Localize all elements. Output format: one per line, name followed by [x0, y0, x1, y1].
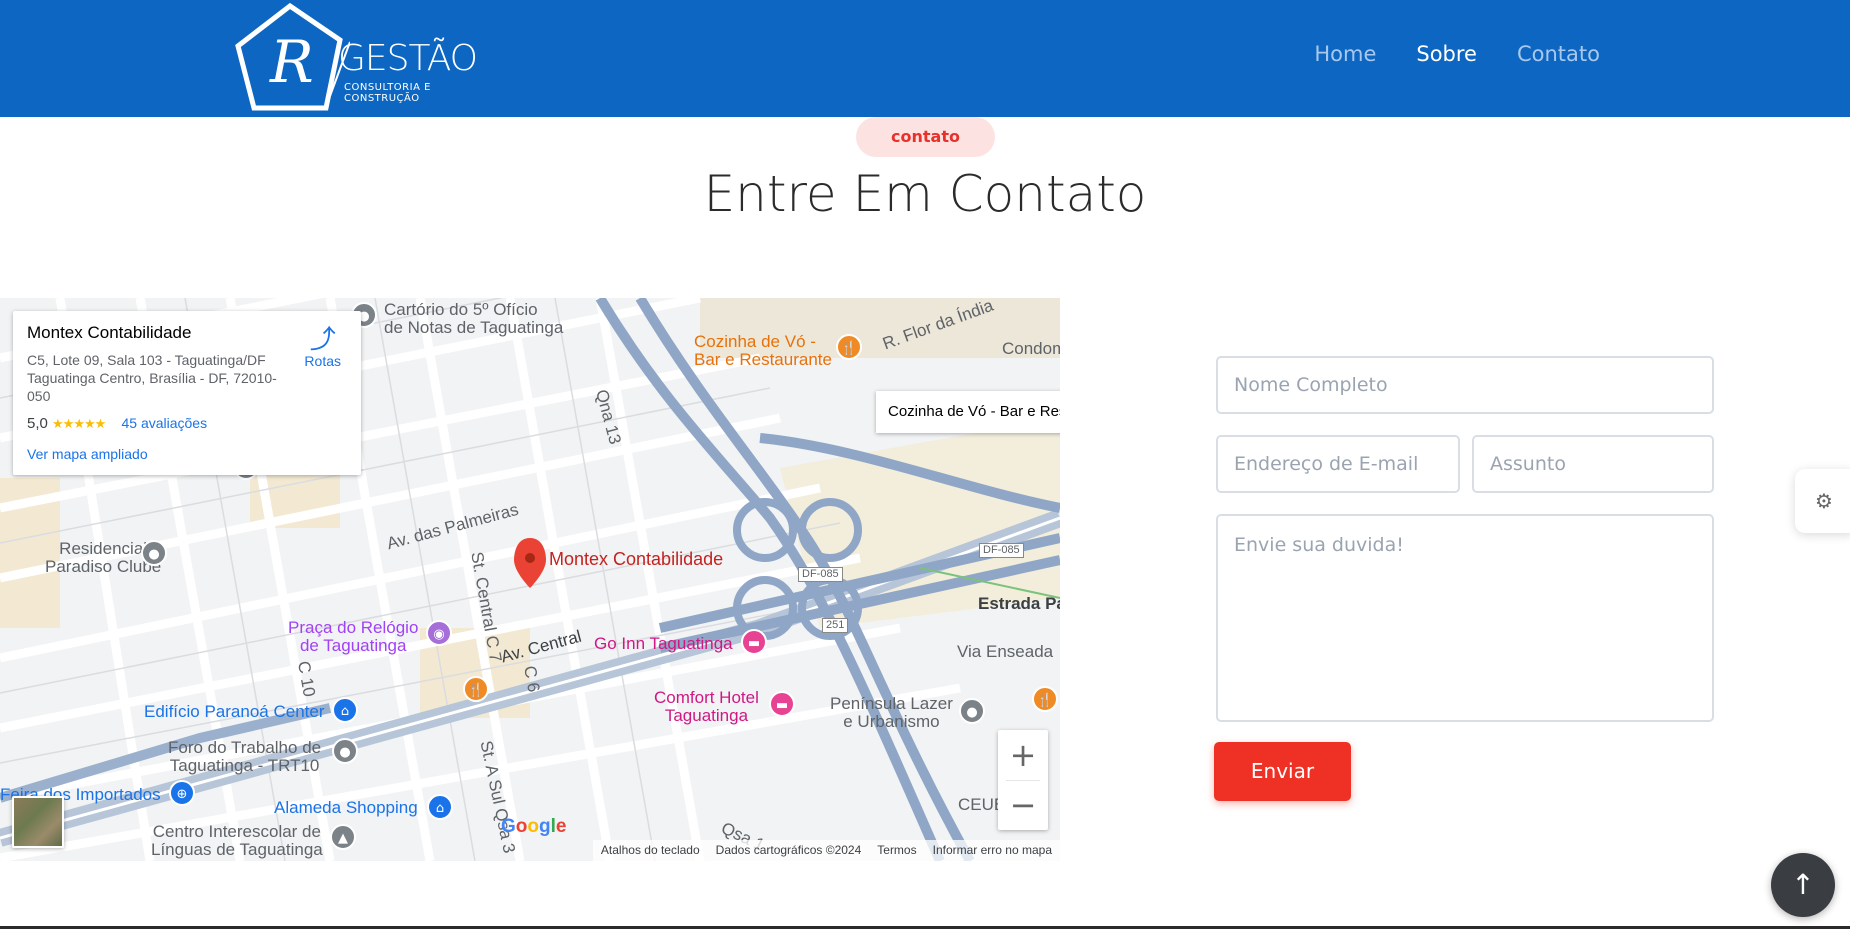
- back-to-top-button[interactable]: ↑: [1771, 853, 1835, 917]
- map-label: Cartório do 5º Ofício de Notas de Taguat…: [384, 300, 564, 337]
- nav-home[interactable]: Home: [1314, 42, 1376, 66]
- terms-link[interactable]: Termos: [877, 840, 916, 861]
- directions-button[interactable]: ⤴ Rotas: [304, 325, 341, 369]
- shopping-icon[interactable]: ⌂: [427, 794, 453, 820]
- place-pin-icon[interactable]: ●: [141, 540, 167, 566]
- logo[interactable]: R GESTÃO CONSULTORIA E CONSTRUÇÃO: [230, 0, 480, 117]
- map-label: Península Lazer e Urbanismo: [830, 694, 953, 731]
- subject-field[interactable]: Assunto: [1472, 435, 1714, 493]
- zoom-out-button[interactable]: −: [998, 780, 1048, 830]
- zoom-divider: [1006, 780, 1040, 781]
- name-field[interactable]: Nome Completo: [1216, 356, 1714, 414]
- logo-wordmark: GESTÃO: [338, 38, 478, 79]
- zoom-in-button[interactable]: +: [998, 730, 1048, 780]
- place-pin-icon[interactable]: ●: [959, 698, 985, 724]
- report-error-link[interactable]: Informar erro no mapa: [933, 840, 1052, 861]
- reviews-link[interactable]: 45 avaliações: [121, 415, 207, 431]
- shopping-cart-icon[interactable]: ⊕: [169, 780, 195, 806]
- map-label: Alameda Shopping: [274, 798, 418, 817]
- hotel-icon[interactable]: ▬: [769, 691, 795, 717]
- email-field[interactable]: Endereço de E-mail: [1216, 435, 1460, 493]
- zoom-controls: + −: [998, 730, 1048, 830]
- school-icon[interactable]: ▲: [330, 824, 356, 850]
- main-nav: Home Sobre Contato: [1314, 42, 1600, 66]
- map-label: Cozinha de Vó - Bar e Restaurante: [694, 332, 832, 369]
- message-textarea[interactable]: Envie sua duvida!: [1216, 514, 1714, 722]
- map-label-montex[interactable]: Montex Contabilidade: [549, 550, 723, 568]
- logo-pentagon-icon: R: [235, 2, 350, 111]
- settings-button[interactable]: ⚙: [1795, 469, 1850, 533]
- view-larger-map-link[interactable]: Ver mapa ampliado: [27, 446, 347, 462]
- map-label: Via Enseada: [957, 642, 1054, 661]
- map-label: Praça do Relógio de Taguatinga: [288, 618, 419, 655]
- map-data-credit: Dados cartográficos ©2024: [715, 843, 862, 857]
- place-name: Montex Contabilidade: [27, 323, 192, 342]
- rating-stars-icon: ★★★★★: [52, 416, 106, 431]
- place-rating: 5,0 ★★★★★ 45 avaliações: [27, 415, 347, 432]
- satellite-toggle[interactable]: [12, 796, 64, 848]
- arrow-up-icon: ↑: [1791, 868, 1815, 901]
- directions-label: Rotas: [304, 353, 341, 369]
- camera-icon[interactable]: ◉: [426, 620, 452, 646]
- map-label: Comfort Hotel Taguatinga: [654, 688, 759, 725]
- section-badge: contato: [856, 117, 995, 157]
- google-map[interactable]: Cartório do 5º Ofício de Notas de Taguat…: [0, 298, 1060, 861]
- hotel-icon[interactable]: ▬: [741, 629, 767, 655]
- nav-contato[interactable]: Contato: [1517, 42, 1600, 66]
- place-address: C5, Lote 09, Sala 103 - Taguatinga/DF Ta…: [27, 352, 277, 404]
- place-pin-icon[interactable]: ●: [332, 738, 358, 764]
- map-label: Foro do Trabalho de Taguatinga - TRT10: [168, 738, 322, 775]
- svg-text:R: R: [269, 28, 314, 96]
- page-title: Entre Em Contato: [703, 165, 1147, 223]
- nav-sobre[interactable]: Sobre: [1416, 42, 1477, 66]
- rating-value: 5,0: [27, 415, 48, 432]
- map-label: Estrada Pa: [978, 594, 1060, 613]
- restaurant-icon[interactable]: 🍴: [1032, 686, 1058, 712]
- keyboard-shortcuts-link[interactable]: Atalhos do teclado: [601, 840, 700, 861]
- place-info-card: Montex Contabilidade C5, Lote 09, Sala 1…: [13, 311, 361, 475]
- google-logo: Google: [501, 816, 567, 837]
- gear-icon: ⚙: [1815, 489, 1833, 513]
- place-tooltip: Cozinha de Vó - Bar e Restaurante: [876, 391, 1060, 433]
- directions-icon: ⤴: [309, 324, 336, 354]
- restaurant-icon[interactable]: 🍴: [836, 334, 862, 360]
- road-shield: 251: [822, 618, 849, 633]
- map-label: Centro Interescolar de Línguas de Taguat…: [151, 822, 323, 859]
- road-shield: DF-085: [979, 543, 1024, 558]
- restaurant-icon[interactable]: 🍴: [463, 676, 489, 702]
- map-label: Edifício Paranoá Center: [144, 702, 325, 721]
- map-label: C 6: [520, 664, 544, 694]
- send-button[interactable]: Enviar: [1214, 742, 1351, 801]
- map-label: Go Inn Taguatinga: [594, 634, 733, 653]
- map-attribution: Atalhos do teclado Dados cartográficos ©…: [592, 840, 1060, 861]
- road-shield: DF-085: [798, 567, 843, 582]
- map-label: Condom: [1002, 339, 1060, 358]
- logo-subtitle: CONSULTORIA E CONSTRUÇÃO: [344, 82, 431, 104]
- shopping-icon[interactable]: ⌂: [332, 697, 358, 723]
- site-header: R GESTÃO CONSULTORIA E CONSTRUÇÃO Home S…: [0, 0, 1850, 117]
